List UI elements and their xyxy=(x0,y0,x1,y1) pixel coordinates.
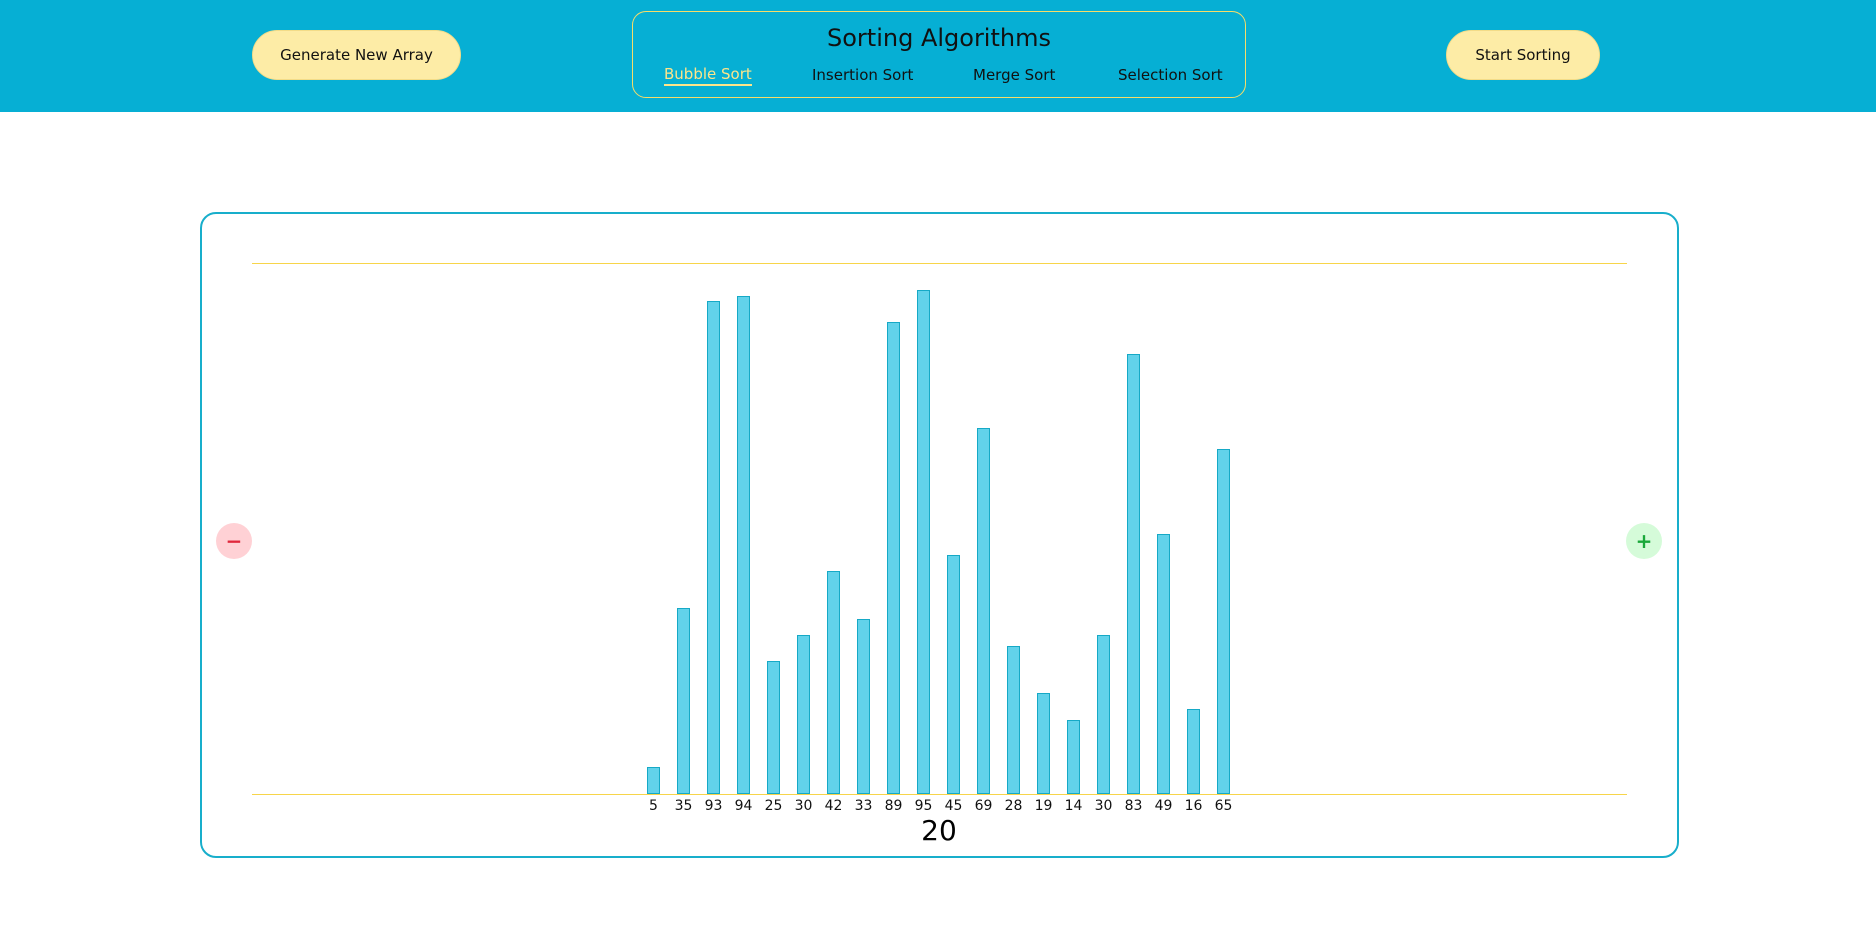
array-size-value: 20 xyxy=(921,814,957,847)
bar-value-label: 83 xyxy=(1124,798,1143,814)
bar-value-label: 5 xyxy=(649,798,658,814)
array-bar xyxy=(887,322,900,794)
bar-value-label: 95 xyxy=(914,798,933,814)
decrease-size-button[interactable]: − xyxy=(216,523,252,559)
top-bar: Generate New Array Sorting Algorithms Bu… xyxy=(0,0,1876,112)
visualization-panel xyxy=(200,212,1679,858)
array-bar xyxy=(1157,534,1170,794)
tab-merge-sort[interactable]: Merge Sort xyxy=(973,66,1055,84)
array-bar xyxy=(1097,635,1110,794)
array-bar xyxy=(767,661,780,794)
bar-value-label: 89 xyxy=(884,798,903,814)
array-bar xyxy=(1127,354,1140,794)
start-sorting-button[interactable]: Start Sorting xyxy=(1446,30,1600,80)
bar-value-label: 94 xyxy=(734,798,753,814)
array-bar xyxy=(797,635,810,794)
bar-value-label: 30 xyxy=(794,798,813,814)
array-bar xyxy=(827,571,840,794)
bar-value-label: 19 xyxy=(1034,798,1053,814)
bar-value-label: 33 xyxy=(854,798,873,814)
array-bar xyxy=(1067,720,1080,794)
tab-selection-sort[interactable]: Selection Sort xyxy=(1118,66,1223,84)
baseline xyxy=(252,794,1627,795)
tab-insertion-sort[interactable]: Insertion Sort xyxy=(812,66,913,84)
array-bar xyxy=(947,555,960,794)
bar-value-label: 49 xyxy=(1154,798,1173,814)
bar-value-label: 69 xyxy=(974,798,993,814)
bar-value-label: 28 xyxy=(1004,798,1023,814)
bar-value-label: 16 xyxy=(1184,798,1203,814)
array-bar xyxy=(917,290,930,794)
array-bar xyxy=(677,608,690,794)
bar-value-label: 93 xyxy=(704,798,723,814)
max-guide-line xyxy=(252,263,1627,264)
array-bar xyxy=(1037,693,1050,794)
bar-value-label: 14 xyxy=(1064,798,1083,814)
array-bar xyxy=(1007,646,1020,794)
array-bar xyxy=(1217,449,1230,794)
bar-value-label: 35 xyxy=(674,798,693,814)
array-bar xyxy=(977,428,990,794)
minus-icon: − xyxy=(225,529,243,553)
array-bar xyxy=(857,619,870,794)
array-bar xyxy=(707,301,720,794)
plus-icon: + xyxy=(1635,529,1653,553)
array-bar xyxy=(1187,709,1200,794)
tab-bubble-sort[interactable]: Bubble Sort xyxy=(664,65,752,86)
array-bar xyxy=(737,296,750,794)
bar-value-label: 65 xyxy=(1214,798,1233,814)
bar-value-label: 42 xyxy=(824,798,843,814)
bar-value-label: 25 xyxy=(764,798,783,814)
bar-value-label: 30 xyxy=(1094,798,1113,814)
array-bar xyxy=(647,767,660,794)
generate-new-array-button[interactable]: Generate New Array xyxy=(252,30,461,80)
bar-value-label: 45 xyxy=(944,798,963,814)
algorithm-selector: Sorting Algorithms Bubble Sort Insertion… xyxy=(632,11,1246,98)
increase-size-button[interactable]: + xyxy=(1626,523,1662,559)
page-title: Sorting Algorithms xyxy=(827,24,1051,52)
